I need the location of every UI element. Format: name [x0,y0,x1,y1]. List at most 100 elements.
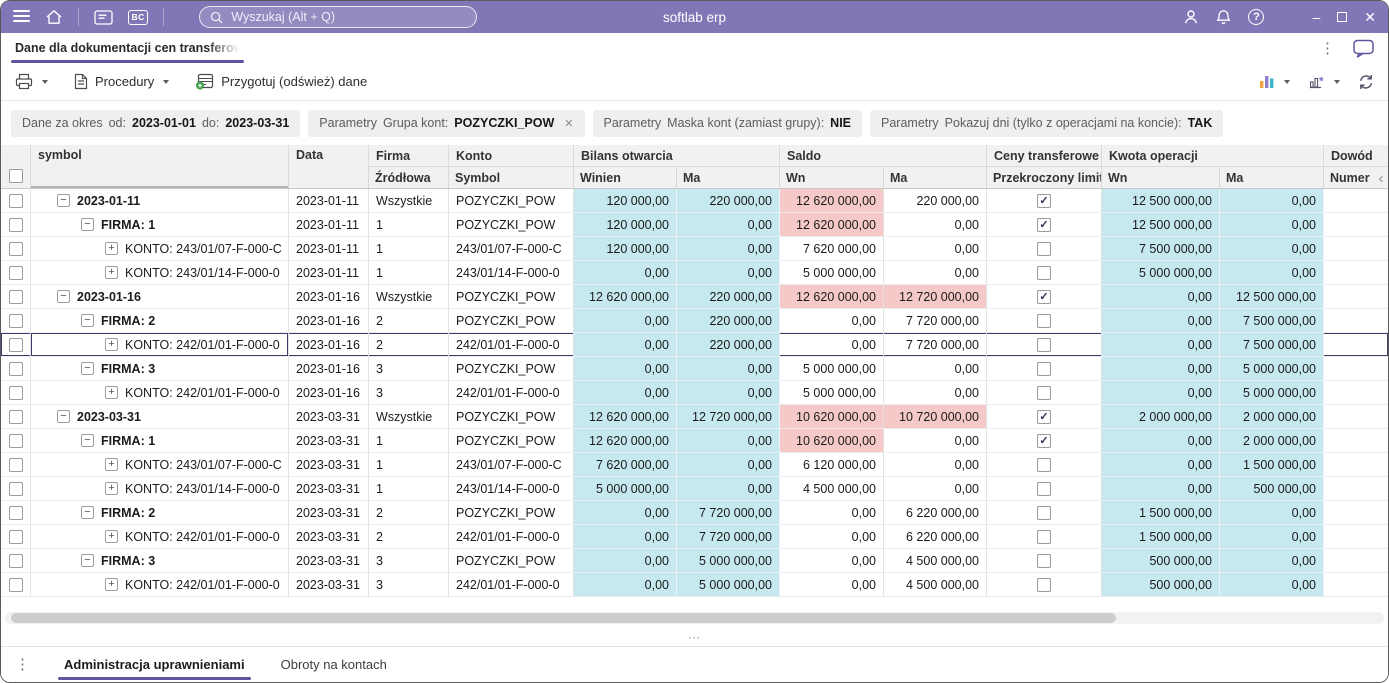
table-row[interactable]: + KONTO: 242/01/01-F-000-0 2023-01-16 3 … [1,381,1388,405]
feedback-comment-icon[interactable] [1353,39,1374,58]
column-header-kwota-operacji[interactable]: Kwota operacji Wn Ma [1102,145,1324,188]
minimize-button[interactable]: – [1312,10,1320,24]
expander-icon[interactable]: − [81,218,94,231]
search-input[interactable]: Wyszukaj (Alt + Q) [199,6,478,28]
limit-checkbox[interactable]: ✓ [1037,289,1051,304]
column-header-bilans-ma[interactable]: Ma [677,167,779,188]
tab-dane-dla-dokumentacji[interactable]: Dane dla dokumentacji cen transferow [11,33,248,63]
limit-checkbox[interactable]: ✓ [1037,193,1051,208]
limit-checkbox[interactable] [1037,457,1051,472]
expander-icon[interactable]: + [105,242,118,255]
limit-checkbox[interactable] [1037,553,1051,568]
notifications-bell-icon[interactable] [1216,9,1231,25]
tab-administracja-uprawnieniami[interactable]: Administracja uprawnieniami [58,647,251,682]
row-checkbox[interactable] [8,433,23,448]
table-row[interactable]: − FIRMA: 2 2023-01-16 2 POZYCZKI_POW 0,0… [1,309,1388,333]
table-row[interactable]: + KONTO: 243/01/14-F-000-0 2023-03-31 1 … [1,477,1388,501]
limit-checkbox[interactable] [1037,337,1051,352]
column-header-saldo[interactable]: Saldo Wn Ma [780,145,987,188]
print-button[interactable] [15,73,48,90]
expander-icon[interactable]: − [57,410,70,423]
column-header-bilans-otwarcia[interactable]: Bilans otwarcia Winien Ma [574,145,780,188]
limit-checkbox[interactable] [1037,265,1051,280]
row-checkbox[interactable] [8,577,23,592]
help-icon[interactable]: ? [1248,9,1265,25]
row-checkbox[interactable] [8,481,23,496]
limit-checkbox[interactable]: ✓ [1037,409,1051,424]
limit-checkbox[interactable] [1037,361,1051,376]
chart-view-button[interactable] [1259,74,1290,89]
bc-module-icon[interactable]: BC [128,9,149,25]
tab-overflow-icon[interactable]: ⋮ [1316,41,1339,56]
column-header-saldo-wn[interactable]: Wn [780,167,884,188]
scrollbar-thumb[interactable] [11,613,1116,623]
table-row[interactable]: + KONTO: 243/01/07-F-000-C 2023-01-11 1 … [1,237,1388,261]
limit-checkbox[interactable] [1037,529,1051,544]
expander-icon[interactable]: + [105,386,118,399]
row-checkbox[interactable] [8,265,23,280]
column-header-symbol[interactable]: symbol [31,145,289,188]
row-checkbox[interactable] [8,337,23,352]
limit-checkbox[interactable]: ✓ [1037,433,1051,448]
column-header-firma[interactable]: Firma Źródłowa [369,145,449,188]
expander-icon[interactable]: + [105,530,118,543]
table-row[interactable]: − FIRMA: 3 2023-03-31 3 POZYCZKI_POW 0,0… [1,549,1388,573]
table-row[interactable]: − FIRMA: 1 2023-03-31 1 POZYCZKI_POW 12 … [1,429,1388,453]
row-checkbox[interactable] [8,385,23,400]
row-checkbox[interactable] [8,409,23,424]
table-row[interactable]: + KONTO: 242/01/01-F-000-0 2023-03-31 2 … [1,525,1388,549]
menu-icon[interactable] [13,10,30,22]
view-settings-button[interactable] [1308,74,1340,90]
limit-checkbox[interactable] [1037,481,1051,496]
table-row[interactable]: − FIRMA: 2 2023-03-31 2 POZYCZKI_POW 0,0… [1,501,1388,525]
limit-checkbox[interactable]: ✓ [1037,217,1051,232]
window-card-icon[interactable] [94,9,113,25]
column-header-kwota-wn[interactable]: Wn [1102,167,1220,188]
table-row[interactable]: + KONTO: 243/01/14-F-000-0 2023-01-11 1 … [1,261,1388,285]
tab-obroty-na-kontach[interactable]: Obroty na kontach [275,647,393,682]
table-row[interactable]: − FIRMA: 3 2023-01-16 3 POZYCZKI_POW 0,0… [1,357,1388,381]
row-checkbox[interactable] [8,313,23,328]
row-checkbox[interactable] [8,457,23,472]
column-header-ceny-transferowe[interactable]: Ceny transferowe Przekroczony limit [987,145,1102,188]
row-checkbox[interactable] [8,217,23,232]
column-header-bilans-winien[interactable]: Winien [574,167,677,188]
expander-icon[interactable]: + [105,458,118,471]
filter-chip-pokazuj-dni[interactable]: Parametry Pokazuj dni (tylko z operacjam… [870,109,1224,137]
procedury-button[interactable]: Procedury [74,73,170,90]
expander-icon[interactable]: + [105,338,118,351]
limit-checkbox[interactable] [1037,577,1051,592]
panel-collapse-icon[interactable]: ‹ [1375,168,1387,188]
expander-icon[interactable]: − [81,362,94,375]
maximize-button[interactable] [1337,12,1348,22]
prepare-refresh-data-button[interactable]: Przygotuj (odśwież) dane [195,73,367,90]
row-checkbox[interactable] [8,361,23,376]
expander-icon[interactable]: − [81,506,94,519]
column-header-saldo-ma[interactable]: Ma [884,167,986,188]
splitter-handle[interactable]: ⋯ [1,630,1388,646]
expander-icon[interactable]: − [81,434,94,447]
row-checkbox[interactable] [8,505,23,520]
expander-icon[interactable]: − [81,554,94,567]
remove-filter-icon[interactable]: ✕ [564,117,573,130]
row-checkbox[interactable] [8,241,23,256]
limit-checkbox[interactable] [1037,241,1051,256]
expander-icon[interactable]: − [57,290,70,303]
select-all-checkbox[interactable] [8,169,23,183]
expander-icon[interactable]: − [57,194,70,207]
table-row[interactable]: + KONTO: 242/01/01-F-000-0 2023-03-31 3 … [1,573,1388,597]
home-icon[interactable] [45,9,63,25]
limit-checkbox[interactable] [1037,385,1051,400]
limit-checkbox[interactable] [1037,505,1051,520]
row-checkbox[interactable] [8,289,23,304]
filter-chip-grupa-kont[interactable]: Parametry Grupa kont: POZYCZKI_POW ✕ [308,109,585,137]
refresh-button[interactable] [1358,74,1374,90]
expander-icon[interactable]: − [81,314,94,327]
user-icon[interactable] [1183,9,1199,25]
table-row[interactable]: − 2023-01-16 2023-01-16 Wszystkie POZYCZ… [1,285,1388,309]
column-header-data[interactable]: Data [289,145,369,188]
row-checkbox[interactable] [8,193,23,208]
table-row[interactable]: + KONTO: 242/01/01-F-000-0 2023-01-16 2 … [1,333,1388,357]
close-button[interactable]: ✕ [1364,10,1376,24]
limit-checkbox[interactable] [1037,313,1051,328]
